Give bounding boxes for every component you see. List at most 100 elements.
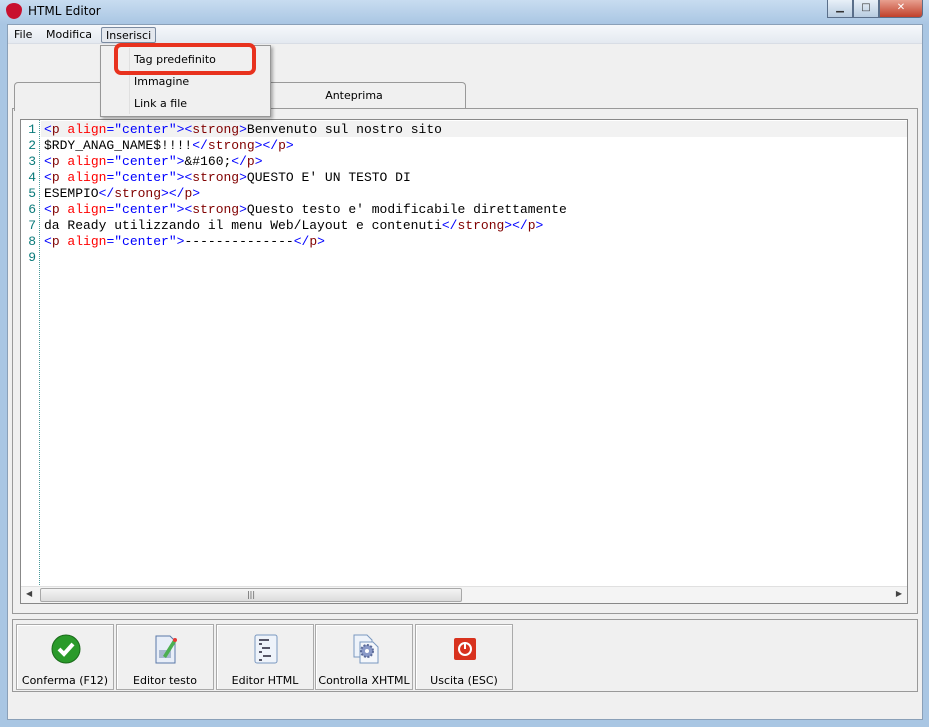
code-token: "center" xyxy=(114,170,177,185)
line-number: 6 xyxy=(28,202,36,217)
code-line: <p align="center"><strong>Questo testo e… xyxy=(44,202,567,217)
code-token: "center" xyxy=(114,202,177,217)
minimize-button[interactable]: ▁ xyxy=(827,0,853,18)
code-token: p xyxy=(527,218,536,233)
menubar: File Modifica Inserisci xyxy=(8,25,922,44)
code-token: p xyxy=(278,138,286,153)
menu-item-link-a-file[interactable]: Link a file xyxy=(134,97,187,110)
line-number: 9 xyxy=(28,250,36,265)
code-token: > xyxy=(285,138,294,153)
code-line: $RDY_ANAG_NAME$!!!!</strong></p> xyxy=(44,138,294,153)
conferma-button[interactable]: Conferma (F12) xyxy=(16,624,114,690)
editor-html-label: Editor HTML xyxy=(231,674,299,687)
code-token: p xyxy=(51,234,60,249)
code-token: strong xyxy=(114,186,162,201)
menu-item-immagine[interactable]: Immagine xyxy=(134,75,189,88)
line-number: 3 xyxy=(28,154,36,169)
code-token: < xyxy=(44,234,52,249)
code-line: <p align="center"><strong>Benvenuto sul … xyxy=(44,122,442,137)
controlla-xhtml-button[interactable]: Controlla XHTML xyxy=(315,624,413,690)
code-token: strong xyxy=(192,170,240,185)
code-token: </ xyxy=(441,218,458,233)
code-token: align xyxy=(59,202,107,217)
uscita-label: Uscita (ESC) xyxy=(430,674,498,687)
code-token: < xyxy=(44,202,52,217)
code-token: > xyxy=(239,202,247,217)
editor-html-button[interactable]: Editor HTML xyxy=(216,624,314,690)
power-icon xyxy=(454,638,476,660)
maximize-button[interactable]: □ xyxy=(853,0,879,18)
code-token: align xyxy=(59,234,107,249)
code-token: p xyxy=(51,202,60,217)
code-token: ESEMPIO xyxy=(44,186,99,201)
controlla-xhtml-label: Controlla XHTML xyxy=(318,674,410,687)
code-token: </ xyxy=(98,186,115,201)
close-button[interactable]: ✕ xyxy=(879,0,923,18)
code-token: "center" xyxy=(114,154,177,169)
code-token: &#160; xyxy=(184,154,232,169)
code-token: > xyxy=(254,154,263,169)
line-number: 5 xyxy=(28,186,36,201)
uscita-button[interactable]: Uscita (ESC) xyxy=(415,624,513,690)
scroll-left-arrow-icon[interactable]: ◀ xyxy=(26,589,32,598)
menu-inserisci[interactable]: Inserisci xyxy=(101,27,157,43)
code-token: > xyxy=(317,234,325,249)
editor-testo-button[interactable]: Editor testo xyxy=(116,624,214,690)
code-token: -------------- xyxy=(184,234,294,249)
code-token: align xyxy=(59,122,107,137)
code-line: da Ready utilizzando il menu Web/Layout … xyxy=(44,218,543,233)
check-icon xyxy=(51,634,81,664)
highlight-annotation xyxy=(114,43,256,75)
title-bar: HTML Editor ▁ □ ✕ xyxy=(0,0,929,24)
gear-document-icon xyxy=(353,634,379,664)
code-token: $RDY_ANAG_NAME$!!!! xyxy=(44,138,193,153)
code-token: </ xyxy=(231,154,247,169)
code-token: ></ xyxy=(161,186,185,201)
code-token: strong xyxy=(207,138,255,153)
code-token: > xyxy=(239,170,247,185)
code-token: align xyxy=(59,170,107,185)
code-line: <p align="center">--------------</p> xyxy=(44,234,325,249)
window-title: HTML Editor xyxy=(28,4,101,18)
code-token: p xyxy=(51,154,60,169)
code-token: < xyxy=(44,154,52,169)
code-line: ESEMPIO</strong></p> xyxy=(44,186,200,201)
code-editor[interactable]: 123456789 <p align="center"><strong>Benv… xyxy=(20,119,908,604)
code-token: QUESTO E' UN TESTO DI xyxy=(246,170,411,185)
code-token: ></ xyxy=(504,218,528,233)
line-number: 8 xyxy=(28,234,36,249)
action-button-bar: Conferma (F12) Editor testo Editor HTML … xyxy=(12,619,918,692)
code-token: "center" xyxy=(114,122,177,137)
html-document-icon xyxy=(254,634,278,664)
scroll-right-arrow-icon[interactable]: ▶ xyxy=(896,589,902,598)
code-line: <p align="center">&#160;</p> xyxy=(44,154,263,169)
menu-modifica[interactable]: Modifica xyxy=(42,27,96,43)
code-token: "center" xyxy=(114,234,177,249)
window-client: File Modifica Inserisci Tag predefinito … xyxy=(7,24,923,720)
line-number-gutter: 123456789 xyxy=(21,120,40,585)
edit-document-icon xyxy=(155,635,177,664)
code-token: ></ xyxy=(254,138,279,153)
code-token: Benvenuto sul nostro sito xyxy=(246,122,442,137)
code-token: p xyxy=(51,170,60,185)
app-logo-icon xyxy=(6,3,22,19)
code-token: > xyxy=(239,122,247,137)
code-token: align xyxy=(59,154,107,169)
line-number: 4 xyxy=(28,170,36,185)
editor-testo-label: Editor testo xyxy=(133,674,197,687)
code-token: </ xyxy=(293,234,310,249)
code-token: p xyxy=(309,234,318,249)
code-token: p xyxy=(246,154,255,169)
scrollbar-thumb[interactable]: ||| xyxy=(40,588,462,602)
code-token: > xyxy=(535,218,544,233)
code-token: strong xyxy=(457,218,505,233)
code-token: </ xyxy=(192,138,208,153)
code-token: < xyxy=(44,170,52,185)
tab-anteprima[interactable]: Anteprima xyxy=(242,82,466,109)
code-token: strong xyxy=(192,122,240,137)
menu-file[interactable]: File xyxy=(10,27,36,43)
horizontal-scrollbar[interactable]: ◀ ||| ▶ xyxy=(21,586,907,603)
code-line: <p align="center"><strong>QUESTO E' UN T… xyxy=(44,170,411,185)
code-token: p xyxy=(51,122,60,137)
line-number: 2 xyxy=(28,138,36,153)
